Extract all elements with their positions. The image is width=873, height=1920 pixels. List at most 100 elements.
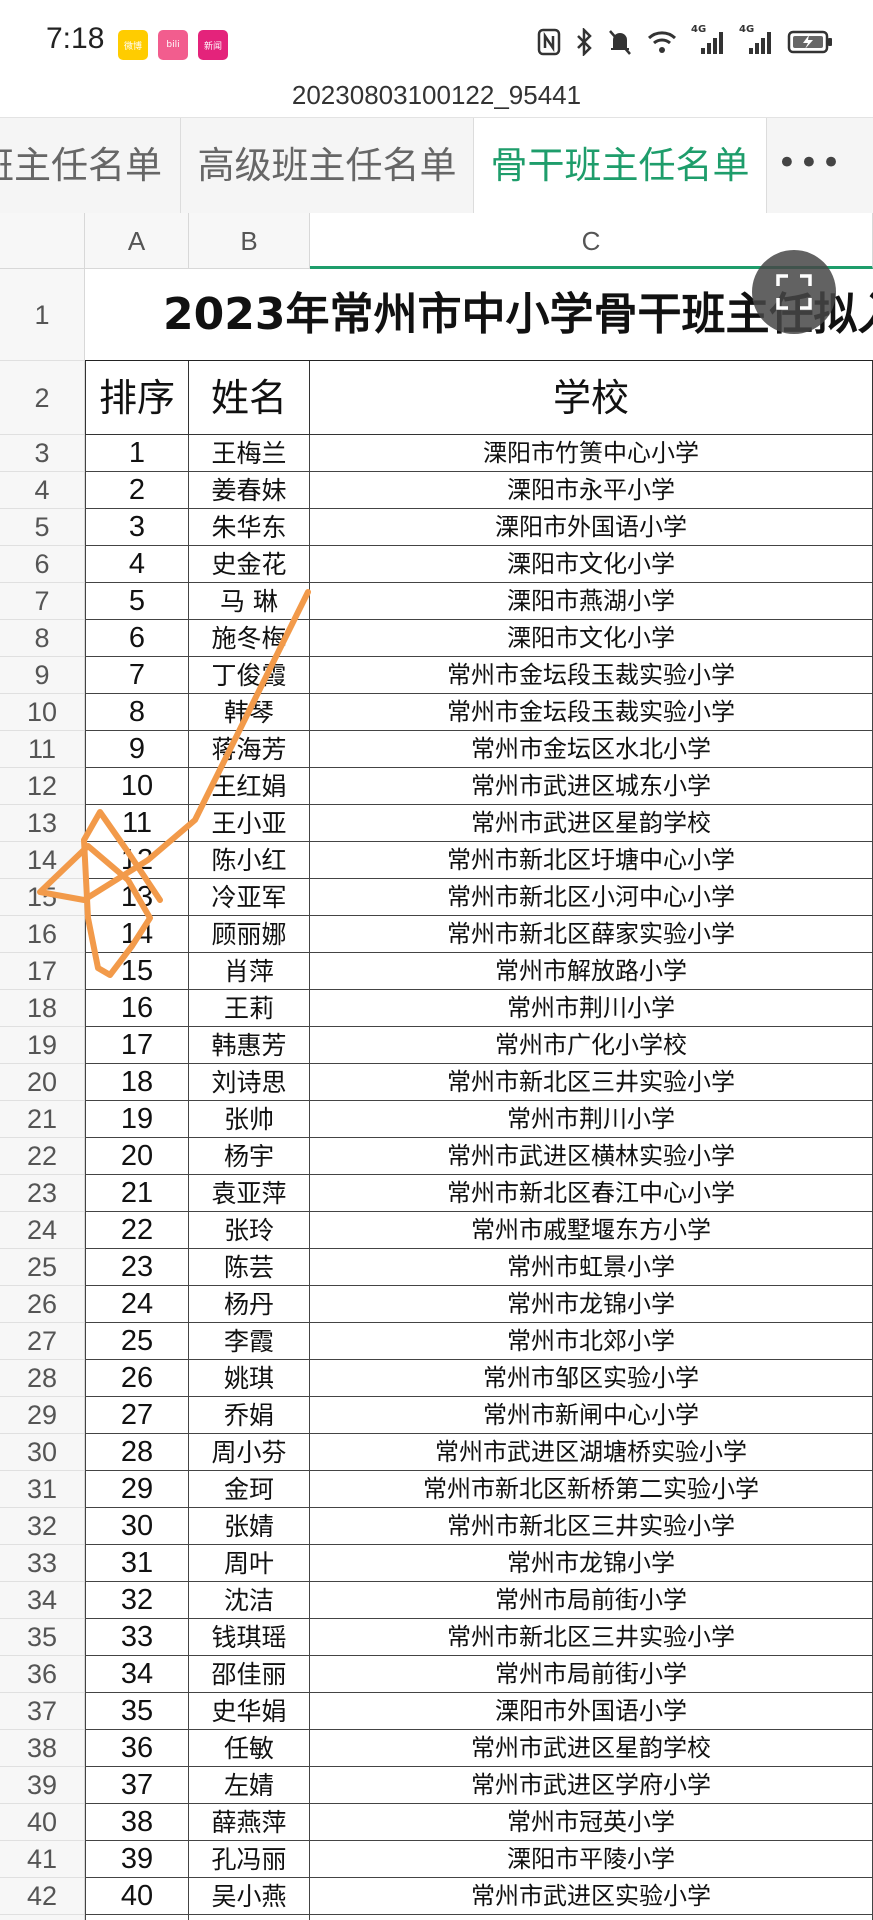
row-header[interactable]: 26 <box>0 1286 85 1323</box>
rank-cell[interactable]: 16 <box>85 990 189 1027</box>
name-cell[interactable]: 施冬梅 <box>189 620 310 657</box>
rank-cell[interactable]: 31 <box>85 1545 189 1582</box>
rank-cell[interactable]: 1 <box>85 435 189 472</box>
row-header[interactable]: 7 <box>0 583 85 620</box>
school-cell[interactable]: 常州市武进区横林实验小学 <box>310 1138 873 1175</box>
name-cell[interactable]: 韩琴 <box>189 694 310 731</box>
row-header[interactable]: 36 <box>0 1656 85 1693</box>
name-cell[interactable]: 左婧 <box>189 1767 310 1804</box>
name-cell[interactable]: 陈芸 <box>189 1249 310 1286</box>
rank-cell[interactable]: 38 <box>85 1804 189 1841</box>
name-cell[interactable]: 周叶 <box>189 1545 310 1582</box>
row-header[interactable]: 32 <box>0 1508 85 1545</box>
rank-cell[interactable]: 3 <box>85 509 189 546</box>
rank-cell[interactable]: 20 <box>85 1138 189 1175</box>
row-header[interactable]: 40 <box>0 1804 85 1841</box>
school-cell[interactable]: 常州市武进区星韵学校 <box>310 805 873 842</box>
school-cell[interactable]: 常州市新北区圩塘中心小学 <box>310 842 873 879</box>
row-header[interactable]: 19 <box>0 1027 85 1064</box>
rank-cell[interactable]: 2 <box>85 472 189 509</box>
corner-select-all[interactable] <box>0 213 85 269</box>
row-header[interactable]: 21 <box>0 1101 85 1138</box>
rank-cell[interactable]: 34 <box>85 1656 189 1693</box>
school-cell[interactable]: 常州市新北区三井实验小学 <box>310 1508 873 1545</box>
school-cell[interactable]: 常州市戚墅堰东方小学 <box>310 1212 873 1249</box>
rank-cell[interactable]: 28 <box>85 1434 189 1471</box>
row-header[interactable]: 38 <box>0 1730 85 1767</box>
row-header[interactable]: 6 <box>0 546 85 583</box>
rank-cell[interactable]: 15 <box>85 953 189 990</box>
row-header[interactable]: 37 <box>0 1693 85 1730</box>
header-rank-cell[interactable]: 排序 <box>85 361 189 435</box>
row-header[interactable]: 14 <box>0 842 85 879</box>
name-cell[interactable]: 冷亚军 <box>189 879 310 916</box>
row-header[interactable]: 3 <box>0 435 85 472</box>
header-school-cell[interactable]: 学校 <box>310 361 873 435</box>
rank-cell[interactable]: 7 <box>85 657 189 694</box>
school-cell[interactable]: 常州市新北区新桥第二实验小学 <box>310 1471 873 1508</box>
name-cell[interactable]: 张帅 <box>189 1101 310 1138</box>
row-header[interactable]: 41 <box>0 1841 85 1878</box>
school-cell[interactable]: 常州市新北区春江中心小学 <box>310 1175 873 1212</box>
row-header[interactable]: 43 <box>0 1915 85 1920</box>
rank-cell[interactable]: 26 <box>85 1360 189 1397</box>
row-header[interactable]: 20 <box>0 1064 85 1101</box>
row-header[interactable]: 11 <box>0 731 85 768</box>
name-cell[interactable]: 肖萍 <box>189 953 310 990</box>
rank-cell[interactable]: 36 <box>85 1730 189 1767</box>
school-cell[interactable]: 常州市邹区实验小学 <box>310 1360 873 1397</box>
name-cell[interactable]: 李霞 <box>189 1323 310 1360</box>
name-cell[interactable]: 马 琳 <box>189 583 310 620</box>
school-cell[interactable]: 溧阳市竹箦中心小学 <box>310 435 873 472</box>
school-cell[interactable]: 溧阳市外国语小学 <box>310 509 873 546</box>
name-cell[interactable]: 史金花 <box>189 546 310 583</box>
rank-cell[interactable]: 27 <box>85 1397 189 1434</box>
rank-cell[interactable]: 29 <box>85 1471 189 1508</box>
name-cell[interactable]: 丁俊霞 <box>189 657 310 694</box>
rank-cell[interactable]: 12 <box>85 842 189 879</box>
row-header[interactable]: 27 <box>0 1323 85 1360</box>
name-cell[interactable]: 王小亚 <box>189 805 310 842</box>
rank-cell[interactable]: 14 <box>85 916 189 953</box>
row-header[interactable]: 22 <box>0 1138 85 1175</box>
school-cell[interactable]: 常州市广化小学校 <box>310 1027 873 1064</box>
name-cell[interactable]: 顾丽娜 <box>189 916 310 953</box>
column-header-a[interactable]: A <box>85 213 189 269</box>
name-cell[interactable]: 杨丹 <box>189 1286 310 1323</box>
rank-cell[interactable]: 21 <box>85 1175 189 1212</box>
name-cell[interactable]: 薛燕萍 <box>189 1804 310 1841</box>
school-cell[interactable]: 常州市荆川小学 <box>310 990 873 1027</box>
row-header[interactable]: 34 <box>0 1582 85 1619</box>
rank-cell[interactable]: 17 <box>85 1027 189 1064</box>
school-cell[interactable]: 常州市局前街小学 <box>310 1582 873 1619</box>
rank-cell[interactable]: 32 <box>85 1582 189 1619</box>
name-cell[interactable]: 蒋海芳 <box>189 731 310 768</box>
row-header[interactable]: 24 <box>0 1212 85 1249</box>
row-header[interactable]: 4 <box>0 472 85 509</box>
rank-cell[interactable]: 4 <box>85 546 189 583</box>
school-cell[interactable]: 常州市武进区学府小学 <box>310 1767 873 1804</box>
rank-cell[interactable]: 37 <box>85 1767 189 1804</box>
rank-cell[interactable]: 30 <box>85 1508 189 1545</box>
name-cell[interactable]: 沈洁 <box>189 1582 310 1619</box>
school-cell[interactable]: 常州市武进区星韵学校 <box>310 1730 873 1767</box>
school-cell[interactable]: 溧阳市文化小学 <box>310 546 873 583</box>
rank-cell[interactable]: 18 <box>85 1064 189 1101</box>
rank-cell[interactable]: 5 <box>85 583 189 620</box>
row-header[interactable]: 10 <box>0 694 85 731</box>
name-cell[interactable]: 周小芬 <box>189 1434 310 1471</box>
column-header-b[interactable]: B <box>189 213 310 269</box>
school-cell[interactable]: 常州市武进区城东小学 <box>310 768 873 805</box>
name-cell[interactable]: 史华娟 <box>189 1693 310 1730</box>
school-cell[interactable]: 常州市武进区实验小学 <box>310 1878 873 1915</box>
school-cell[interactable]: 常州市武进区星河实验小学分校 <box>310 1915 873 1920</box>
name-cell[interactable]: 王红娟 <box>189 768 310 805</box>
school-cell[interactable]: 溧阳市永平小学 <box>310 472 873 509</box>
row-header[interactable]: 16 <box>0 916 85 953</box>
rank-cell[interactable]: 33 <box>85 1619 189 1656</box>
row-header[interactable]: 23 <box>0 1175 85 1212</box>
school-cell[interactable]: 常州市新北区三井实验小学 <box>310 1619 873 1656</box>
row-header[interactable]: 12 <box>0 768 85 805</box>
school-cell[interactable]: 常州市新北区薛家实验小学 <box>310 916 873 953</box>
rank-cell[interactable]: 13 <box>85 879 189 916</box>
